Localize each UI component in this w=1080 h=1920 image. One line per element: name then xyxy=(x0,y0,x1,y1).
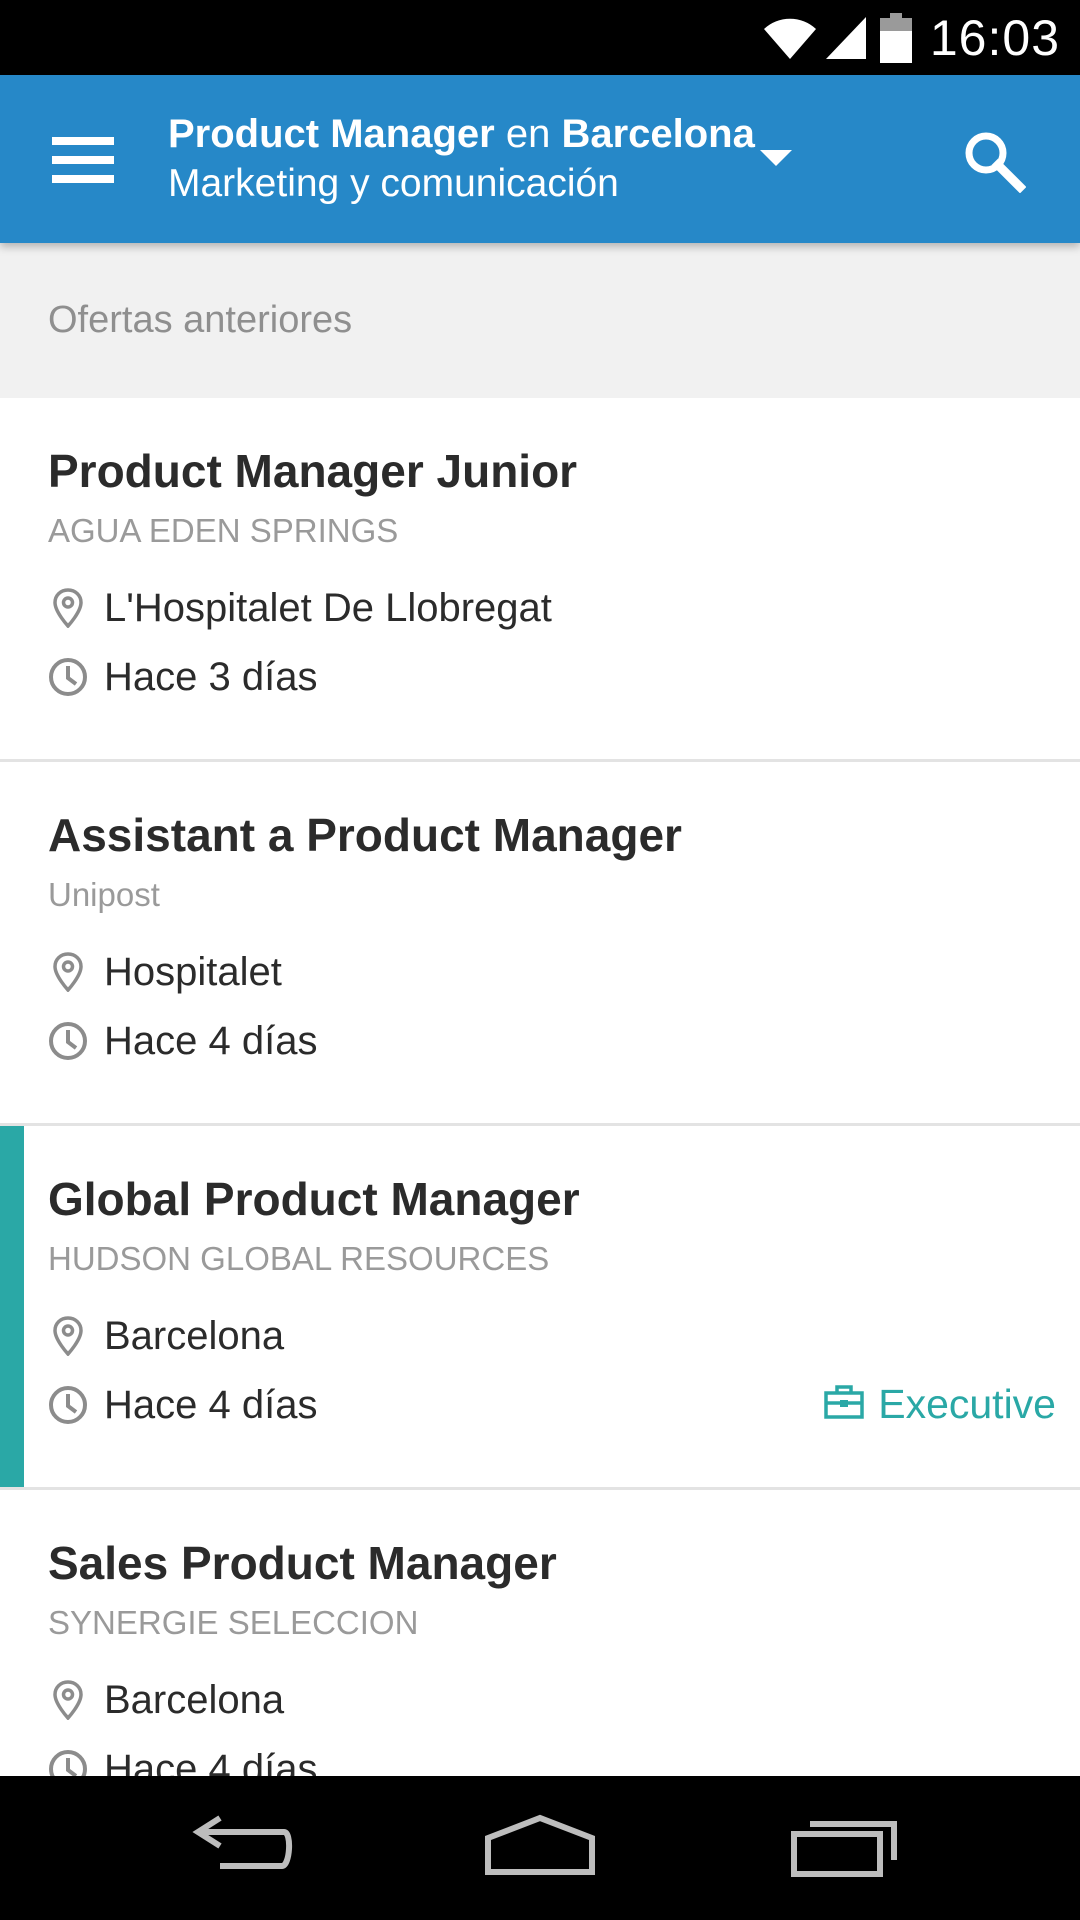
job-card[interactable]: Product Manager Junior AGUA EDEN SPRINGS… xyxy=(0,398,1080,762)
recent-apps-icon[interactable] xyxy=(786,1812,906,1884)
status-icons: 16:03 xyxy=(762,0,1060,75)
job-location: Hospitalet xyxy=(104,949,282,994)
job-company: Unipost xyxy=(48,876,160,913)
job-posted: Hace 3 días xyxy=(104,654,318,699)
job-title: Global Product Manager xyxy=(48,1173,580,1225)
job-location-row: Barcelona xyxy=(48,1311,284,1361)
search-icon[interactable] xyxy=(962,129,1027,194)
highlight-accent-bar xyxy=(0,1126,24,1487)
briefcase-icon xyxy=(824,1384,864,1424)
badge-label: Executive xyxy=(878,1380,1056,1427)
job-location-row: Barcelona xyxy=(48,1675,284,1725)
job-date-row: Hace 4 días xyxy=(48,1016,317,1066)
status-bar: 16:03 xyxy=(0,0,1080,75)
home-icon[interactable] xyxy=(480,1812,600,1884)
job-location: Barcelona xyxy=(104,1313,285,1358)
clock-icon xyxy=(48,655,88,699)
location-pin-icon xyxy=(48,950,88,994)
location-pin-icon xyxy=(48,1314,88,1358)
job-card[interactable]: Global Product Manager HUDSON GLOBAL RES… xyxy=(0,1126,1080,1490)
search-title-connector: en xyxy=(494,112,562,156)
job-company: AGUA EDEN SPRINGS xyxy=(48,512,399,549)
job-location: Barcelona xyxy=(104,1677,285,1722)
battery-icon xyxy=(879,12,912,63)
job-location-row: Hospitalet xyxy=(48,947,282,997)
job-location: L'Hospitalet De Llobregat xyxy=(104,585,552,630)
job-location-row: L'Hospitalet De Llobregat xyxy=(48,583,552,633)
job-title: Assistant a Product Manager xyxy=(48,809,682,861)
status-time: 16:03 xyxy=(929,9,1060,66)
job-card[interactable]: Assistant a Product Manager Unipost Hosp… xyxy=(0,762,1080,1126)
job-title: Sales Product Manager xyxy=(48,1537,557,1589)
location-pin-icon xyxy=(48,1678,88,1722)
menu-icon[interactable] xyxy=(52,137,114,183)
job-list: Product Manager Junior AGUA EDEN SPRINGS… xyxy=(0,398,1080,1854)
job-company: HUDSON GLOBAL RESOURCES xyxy=(48,1240,550,1277)
job-company: SYNERGIE SELECCION xyxy=(48,1604,419,1641)
screen: 16:03 Product Manager en Barcelona Marke… xyxy=(0,0,1080,1920)
location-pin-icon xyxy=(48,586,88,630)
navigation-bar xyxy=(0,1776,1080,1920)
section-header: Ofertas anteriores xyxy=(0,243,1080,398)
dropdown-arrow-icon[interactable] xyxy=(760,150,792,166)
cellular-signal-icon xyxy=(824,15,868,61)
job-posted: Hace 4 días xyxy=(104,1018,318,1063)
clock-icon xyxy=(48,1019,88,1063)
search-title: Product Manager en Barcelona xyxy=(168,109,808,159)
executive-badge: Executive xyxy=(824,1378,1056,1430)
search-title-selector[interactable]: Product Manager en Barcelona Marketing y… xyxy=(168,109,808,209)
search-subtitle: Marketing y comunicación xyxy=(168,162,619,205)
job-title: Product Manager Junior xyxy=(48,445,578,497)
wifi-icon xyxy=(762,15,818,61)
app-toolbar: Product Manager en Barcelona Marketing y… xyxy=(0,75,1080,243)
search-title-role: Product Manager xyxy=(168,112,495,156)
back-icon[interactable] xyxy=(180,1812,300,1884)
job-date-row: Hace 4 días xyxy=(48,1380,317,1430)
clock-icon xyxy=(48,1383,88,1427)
job-posted: Hace 4 días xyxy=(104,1382,318,1427)
search-title-location: Barcelona xyxy=(561,112,755,156)
section-header-label: Ofertas anteriores xyxy=(48,299,353,341)
job-date-row: Hace 3 días xyxy=(48,652,317,702)
